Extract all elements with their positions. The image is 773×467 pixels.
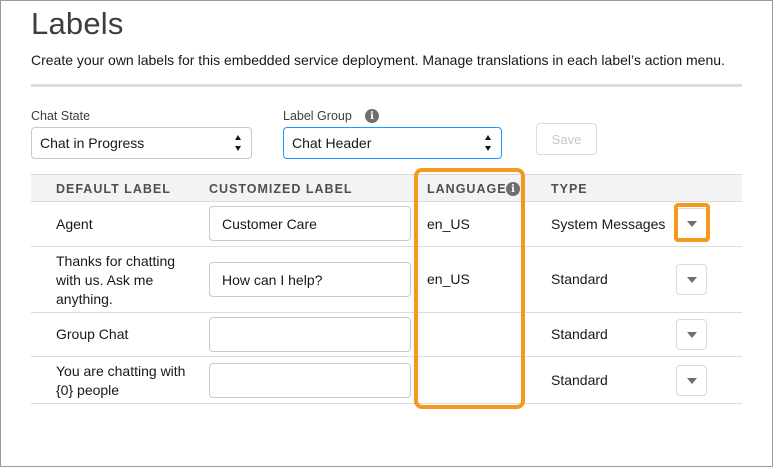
- chat-state-value: Chat in Progress: [40, 135, 145, 151]
- chevron-down-icon: [686, 331, 697, 338]
- column-header-default-label[interactable]: DEFAULT LABEL: [56, 182, 171, 196]
- customized-label-input[interactable]: How can I help?: [209, 262, 411, 297]
- page-description: Create your own labels for this embedded…: [31, 52, 725, 68]
- table-row: You are chatting with {0} people Standar…: [31, 357, 742, 404]
- info-icon[interactable]: i: [365, 109, 379, 123]
- type-cell: Standard: [551, 326, 608, 342]
- table-header: DEFAULT LABEL CUSTOMIZED LABEL LANGUAGE …: [31, 174, 742, 202]
- default-label-cell: You are chatting with {0} people: [56, 363, 186, 398]
- table-row: Agent Customer Care en_US System Message…: [31, 202, 742, 247]
- default-label-cell: Thanks for chatting with us. Ask me anyt…: [56, 253, 176, 307]
- row-actions-button[interactable]: [676, 365, 707, 396]
- column-header-customized-label[interactable]: CUSTOMIZED LABEL: [209, 182, 353, 196]
- table-row: Thanks for chatting with us. Ask me anyt…: [31, 247, 742, 313]
- language-column-highlight: [414, 168, 525, 409]
- save-button[interactable]: Save: [536, 123, 597, 155]
- actions-button-highlight: [674, 203, 710, 242]
- chat-state-label: Chat State: [31, 109, 91, 123]
- customized-label-input[interactable]: [209, 363, 411, 398]
- type-cell: System Messages: [551, 216, 666, 232]
- customized-label-input[interactable]: Customer Care: [209, 206, 411, 241]
- select-caret-icon: [484, 135, 492, 151]
- customized-label-input[interactable]: [209, 317, 411, 352]
- row-actions-button[interactable]: [676, 264, 707, 295]
- label-group-select[interactable]: Chat Header: [283, 127, 502, 159]
- default-label-cell: Group Chat: [56, 326, 129, 342]
- chevron-down-icon: [686, 377, 697, 384]
- chat-state-select[interactable]: Chat in Progress: [31, 127, 252, 159]
- page-title: Labels: [31, 6, 124, 41]
- row-actions-button[interactable]: [676, 319, 707, 350]
- type-cell: Standard: [551, 372, 608, 388]
- table-row: Group Chat Standard: [31, 313, 742, 357]
- label-group-label: Label Group: [283, 109, 352, 123]
- label-group-value: Chat Header: [292, 135, 372, 151]
- type-cell: Standard: [551, 271, 608, 287]
- section-divider: [31, 84, 742, 87]
- default-label-cell: Agent: [56, 216, 93, 232]
- select-caret-icon: [234, 135, 242, 151]
- column-header-type[interactable]: TYPE: [551, 182, 588, 196]
- chevron-down-icon: [686, 276, 697, 283]
